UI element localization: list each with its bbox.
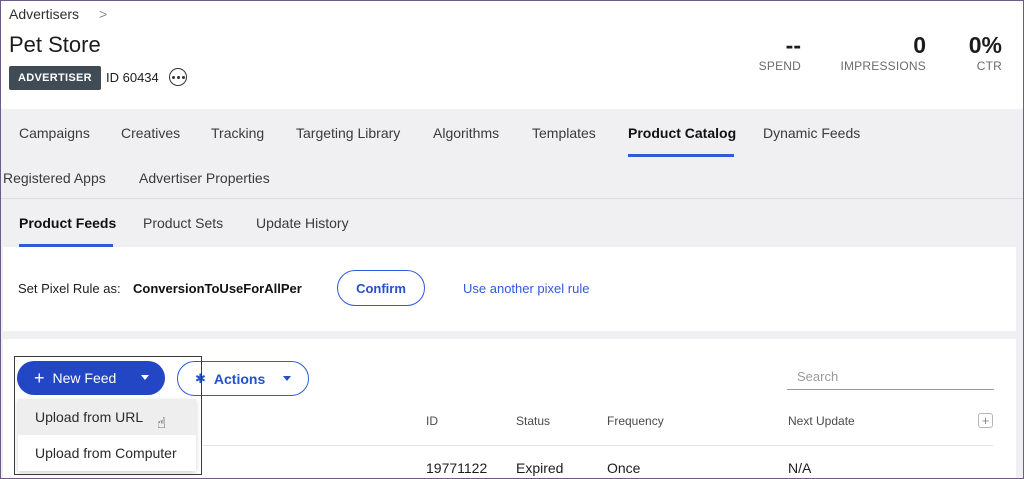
impressions-stat: 0 IMPRESSIONS — [840, 32, 926, 73]
caret-down-icon — [141, 375, 149, 380]
confirm-button[interactable]: Confirm — [337, 270, 425, 306]
column-header-next-update[interactable]: Next Update — [788, 414, 855, 428]
tab-tracking[interactable]: Tracking — [211, 125, 264, 141]
tab-registered-apps[interactable]: Registered Apps — [3, 170, 106, 186]
tab-campaigns[interactable]: Campaigns — [19, 125, 90, 141]
tab-algorithms[interactable]: Algorithms — [433, 125, 499, 141]
tab-templates[interactable]: Templates — [532, 125, 596, 141]
pixel-rule-label: Set Pixel Rule as: — [18, 281, 121, 296]
feed-id-cell: 19771122 — [426, 460, 488, 476]
feed-status-cell: Expired — [516, 460, 564, 476]
actions-label: Actions — [213, 370, 266, 387]
tab-product-catalog[interactable]: Product Catalog — [628, 125, 736, 141]
subtab-product-sets[interactable]: Product Sets — [143, 215, 223, 231]
impressions-value: 0 — [913, 32, 926, 58]
page-title: Pet Store — [9, 32, 101, 57]
search-input[interactable] — [787, 364, 994, 390]
app-frame: Advertisers > Pet Store ADVERTISER ID 60… — [0, 0, 1024, 479]
tab-dynamic-feeds[interactable]: Dynamic Feeds — [763, 125, 860, 141]
plus-icon: + — [34, 368, 45, 388]
chevron-right-icon: > — [99, 6, 108, 22]
active-tab-indicator — [628, 154, 734, 157]
column-header-frequency[interactable]: Frequency — [607, 414, 664, 428]
new-feed-label: New Feed — [52, 370, 117, 386]
impressions-label: IMPRESSIONS — [840, 59, 926, 73]
advertiser-id: ID 60434 — [106, 70, 159, 85]
caret-down-icon — [283, 376, 291, 381]
ctr-label: CTR — [976, 59, 1002, 73]
column-header-id[interactable]: ID — [426, 414, 438, 428]
spend-label: SPEND — [758, 59, 801, 73]
advertiser-header: Advertisers > Pet Store ADVERTISER ID 60… — [1, 1, 1023, 109]
ctr-value: 0% — [968, 32, 1002, 58]
column-header-status[interactable]: Status — [516, 414, 550, 428]
advertiser-badge: ADVERTISER — [9, 66, 101, 90]
new-feed-menu: Upload from URL Upload from Computer — [18, 399, 196, 471]
actions-button[interactable]: ✱ Actions — [177, 361, 309, 396]
menu-item-upload-from-computer[interactable]: Upload from Computer — [18, 435, 196, 471]
more-options-icon[interactable] — [169, 68, 187, 86]
hand-cursor-icon: ☝ — [157, 415, 167, 432]
new-feed-button[interactable]: + New Feed — [17, 361, 165, 395]
breadcrumb: Advertisers > — [9, 6, 107, 22]
use-another-pixel-rule-link[interactable]: Use another pixel rule — [463, 281, 589, 296]
tab-targeting-library[interactable]: Targeting Library — [296, 125, 400, 141]
tab-creatives[interactable]: Creatives — [121, 125, 180, 141]
feed-next-update-cell: N/A — [788, 460, 812, 476]
ctr-stat: 0% CTR — [969, 32, 1002, 73]
pixel-rule-value: ConversionToUseForAllPer — [133, 281, 302, 296]
feed-frequency-cell: Once — [607, 460, 641, 476]
tab-advertiser-properties[interactable]: Advertiser Properties — [139, 170, 270, 186]
pixel-rule-panel: Set Pixel Rule as: ConversionToUseForAll… — [3, 247, 1016, 331]
main-tabs: Campaigns Creatives Tracking Targeting L… — [1, 109, 1023, 199]
spend-stat: -- SPEND — [759, 32, 801, 73]
spend-value: -- — [785, 32, 801, 58]
add-column-icon[interactable]: + — [978, 413, 993, 428]
sub-tabs: Product Feeds Product Sets Update Histor… — [1, 200, 1023, 247]
breadcrumb-advertisers-link[interactable]: Advertisers — [9, 6, 79, 22]
subtab-update-history[interactable]: Update History — [256, 215, 349, 231]
subtab-product-feeds[interactable]: Product Feeds — [19, 215, 116, 231]
table-divider — [203, 445, 993, 446]
gear-icon: ✱ — [195, 370, 206, 386]
menu-item-upload-from-url[interactable]: Upload from URL — [18, 399, 196, 435]
